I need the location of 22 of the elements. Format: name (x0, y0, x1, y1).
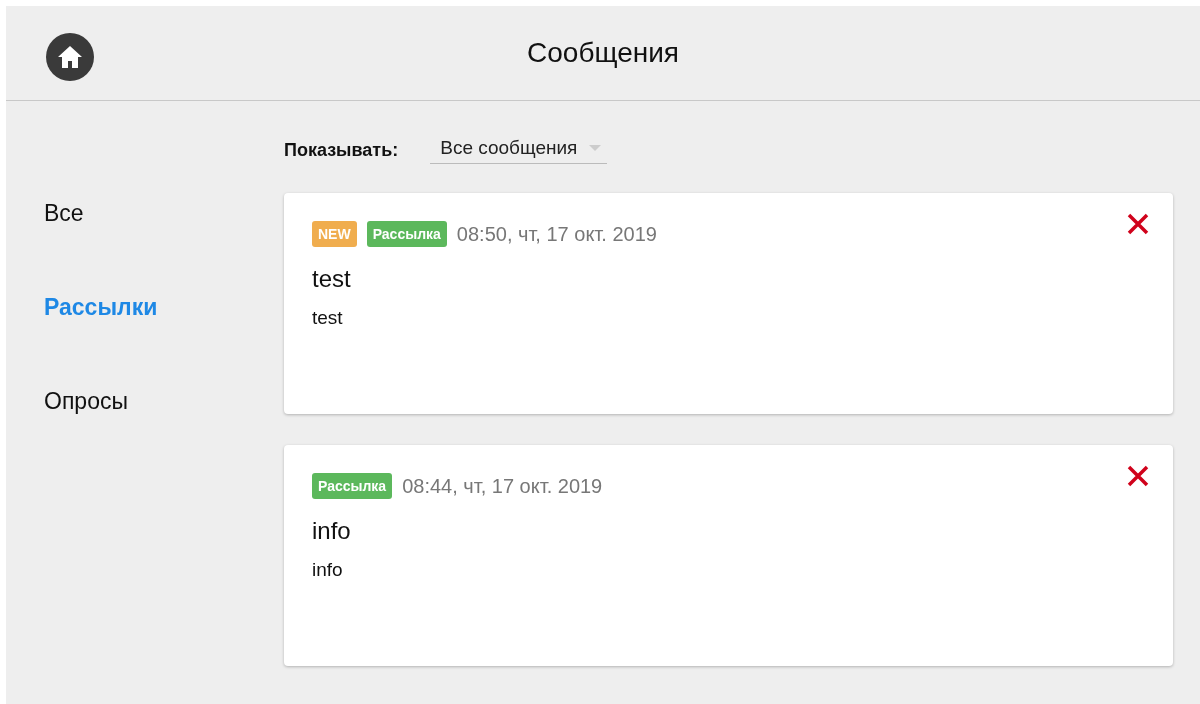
filter-label: Показывать: (284, 139, 399, 161)
message-tag: Рассылка (312, 473, 393, 499)
message-title: test (312, 265, 352, 293)
home-icon (57, 45, 83, 69)
message-tag: NEW (312, 221, 357, 247)
message-tag: Рассылка (366, 221, 447, 247)
filter-dropdown[interactable]: Все сообщения (430, 136, 608, 164)
close-icon (1127, 213, 1149, 235)
delete-button[interactable] (1125, 463, 1151, 489)
sidebar-item[interactable]: Все (44, 197, 284, 229)
close-icon (1127, 465, 1149, 487)
sidebar-item[interactable]: Опросы (44, 385, 284, 417)
message-body: info (312, 559, 344, 581)
message-time: 08:44, чт, 17 окт. 2019 (402, 474, 603, 498)
delete-button[interactable] (1125, 211, 1151, 237)
page-title: Сообщения (527, 37, 679, 69)
dropdown-value: Все сообщения (440, 136, 578, 159)
caret-icon (589, 144, 602, 151)
message-title: info (312, 517, 352, 545)
message-time: 08:50, чт, 17 окт. 2019 (456, 222, 657, 246)
home-button[interactable] (46, 33, 94, 81)
message-body: test (312, 307, 344, 329)
